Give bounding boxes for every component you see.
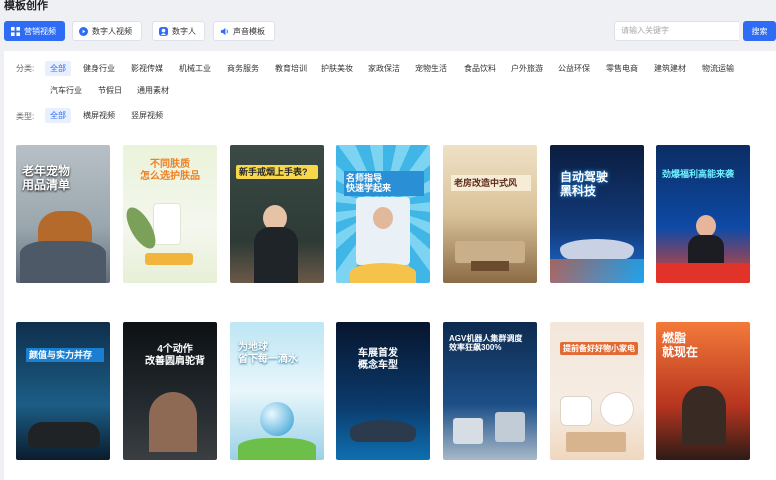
- tab-label: 营销视频: [24, 26, 56, 36]
- category-label: 分类:: [16, 64, 35, 73]
- tab-digital-human[interactable]: 数字人: [152, 21, 205, 41]
- card-caption: 车展首发 概念车型: [358, 348, 398, 371]
- category-tag[interactable]: 节假日: [93, 83, 127, 98]
- type-tag-all[interactable]: 全部: [45, 108, 71, 123]
- light-trail: [550, 259, 644, 283]
- live-bar: [656, 263, 750, 283]
- card-caption: 颜值与实力并存: [26, 348, 104, 363]
- category-tag[interactable]: 影视传媒: [126, 61, 168, 76]
- product-bottle: [153, 203, 181, 245]
- category-tag[interactable]: 建筑建材: [649, 61, 691, 76]
- template-card-snow[interactable]: 名师指导 快速学起来: [336, 145, 430, 283]
- template-card-fitness[interactable]: 燃脂 就现在: [656, 322, 750, 460]
- category-tag[interactable]: 商务服务: [222, 61, 264, 76]
- page-title: 模板创作: [4, 0, 48, 12]
- category-tag[interactable]: 汽车行业: [45, 83, 87, 98]
- search-button[interactable]: 搜索: [743, 21, 776, 41]
- blanket-figure: [20, 241, 106, 283]
- template-card-pet[interactable]: 老年宠物 用品清单: [16, 145, 110, 283]
- template-card-agv[interactable]: AGV机器人集群调度 效率狂飙300%: [443, 322, 537, 460]
- category-tag[interactable]: 零售电商: [601, 61, 643, 76]
- card-caption: 新手戒烟上手表?: [236, 165, 318, 180]
- category-tag[interactable]: 机械工业: [174, 61, 216, 76]
- search-input[interactable]: 请输入关键字: [614, 21, 739, 41]
- category-tag[interactable]: 食品饮料: [459, 61, 501, 76]
- tab-digital-human-video[interactable]: 数字人视频: [72, 21, 142, 41]
- category-tag[interactable]: 通用素材: [132, 83, 174, 98]
- type-tag[interactable]: 横屏视频: [78, 108, 120, 123]
- template-card-interior[interactable]: 老房改造中式风: [443, 145, 537, 283]
- leaves-figure: [238, 438, 316, 460]
- sofa-figure: [455, 241, 525, 263]
- card-caption: 劲爆福利高能来袭: [662, 169, 735, 179]
- card-caption: 为地球 省下每一滴水: [238, 342, 298, 365]
- template-card-suv[interactable]: 颜值与实力并存: [16, 322, 110, 460]
- concept-car-figure: [350, 420, 416, 442]
- template-card-appliance[interactable]: 提前备好好物小家电: [550, 322, 644, 460]
- category-tag[interactable]: 公益环保: [553, 61, 595, 76]
- box-figure: [566, 432, 626, 452]
- rice-cooker-figure: [560, 396, 592, 426]
- category-tag[interactable]: 护肤美妆: [316, 61, 358, 76]
- product-label: [145, 253, 193, 265]
- grid-icon: [11, 26, 20, 36]
- table-figure: [471, 261, 509, 271]
- card-caption: 名师指导 快速学起来: [344, 171, 424, 196]
- template-card-autopilot[interactable]: 自动驾驶 黑科技: [550, 145, 644, 283]
- ribbon-bottom: [350, 263, 416, 283]
- type-tag[interactable]: 竖屏视频: [126, 108, 168, 123]
- tab-label: 数字人视频: [92, 26, 132, 36]
- host-head: [696, 215, 716, 237]
- type-label: 类型:: [16, 112, 35, 121]
- kettle-figure: [600, 392, 634, 426]
- category-tag[interactable]: 家政保洁: [363, 61, 405, 76]
- avatar-icon: [159, 26, 168, 36]
- template-card-teacher[interactable]: 新手戒烟上手表?: [230, 145, 324, 283]
- category-tag-all[interactable]: 全部: [45, 61, 71, 76]
- person-head: [373, 207, 393, 229]
- template-card-water[interactable]: 为地球 省下每一滴水: [230, 322, 324, 460]
- person-body: [254, 227, 298, 283]
- template-card-posture[interactable]: 4个动作 改善圆肩驼背: [123, 322, 217, 460]
- tab-label: 声音模板: [233, 26, 265, 36]
- globe-figure: [260, 402, 294, 436]
- card-caption: 不同肤质 怎么选护肤品: [140, 159, 200, 182]
- card-caption: 老房改造中式风: [451, 175, 531, 192]
- template-card-concept-car[interactable]: 车展首发 概念车型: [336, 322, 430, 460]
- athlete-figure: [149, 392, 197, 452]
- robot-figure: [495, 412, 525, 442]
- tab-label: 数字人: [172, 26, 196, 36]
- card-caption: 提前备好好物小家电: [560, 342, 638, 356]
- card-caption: 燃脂 就现在: [662, 331, 699, 359]
- tab-marketing-video[interactable]: 营销视频: [4, 21, 65, 41]
- speaker-icon: [220, 27, 228, 35]
- car-figure: [560, 239, 634, 259]
- athlete-figure: [682, 386, 726, 446]
- template-card-skincare[interactable]: 不同肤质 怎么选护肤品: [123, 145, 217, 283]
- card-caption: 4个动作 改善圆肩驼背: [145, 344, 205, 367]
- robot-figure: [453, 418, 483, 444]
- tab-voice-template[interactable]: 声音模板: [213, 21, 275, 41]
- category-tag[interactable]: 户外旅游: [506, 61, 548, 76]
- suv-figure: [28, 422, 100, 448]
- card-caption: 老年宠物 用品清单: [22, 164, 71, 192]
- category-tag[interactable]: 物流运输: [697, 61, 739, 76]
- category-tag[interactable]: 教育培训: [270, 61, 312, 76]
- category-tag[interactable]: 健身行业: [78, 61, 120, 76]
- card-caption: 自动驾驶 黑科技: [560, 170, 609, 198]
- card-caption: AGV机器人集群调度 效率狂飙300%: [449, 334, 523, 353]
- play-circle-icon: [79, 26, 88, 36]
- template-card-live[interactable]: 劲爆福利高能来袭: [656, 145, 750, 283]
- category-tag[interactable]: 宠物生活: [410, 61, 452, 76]
